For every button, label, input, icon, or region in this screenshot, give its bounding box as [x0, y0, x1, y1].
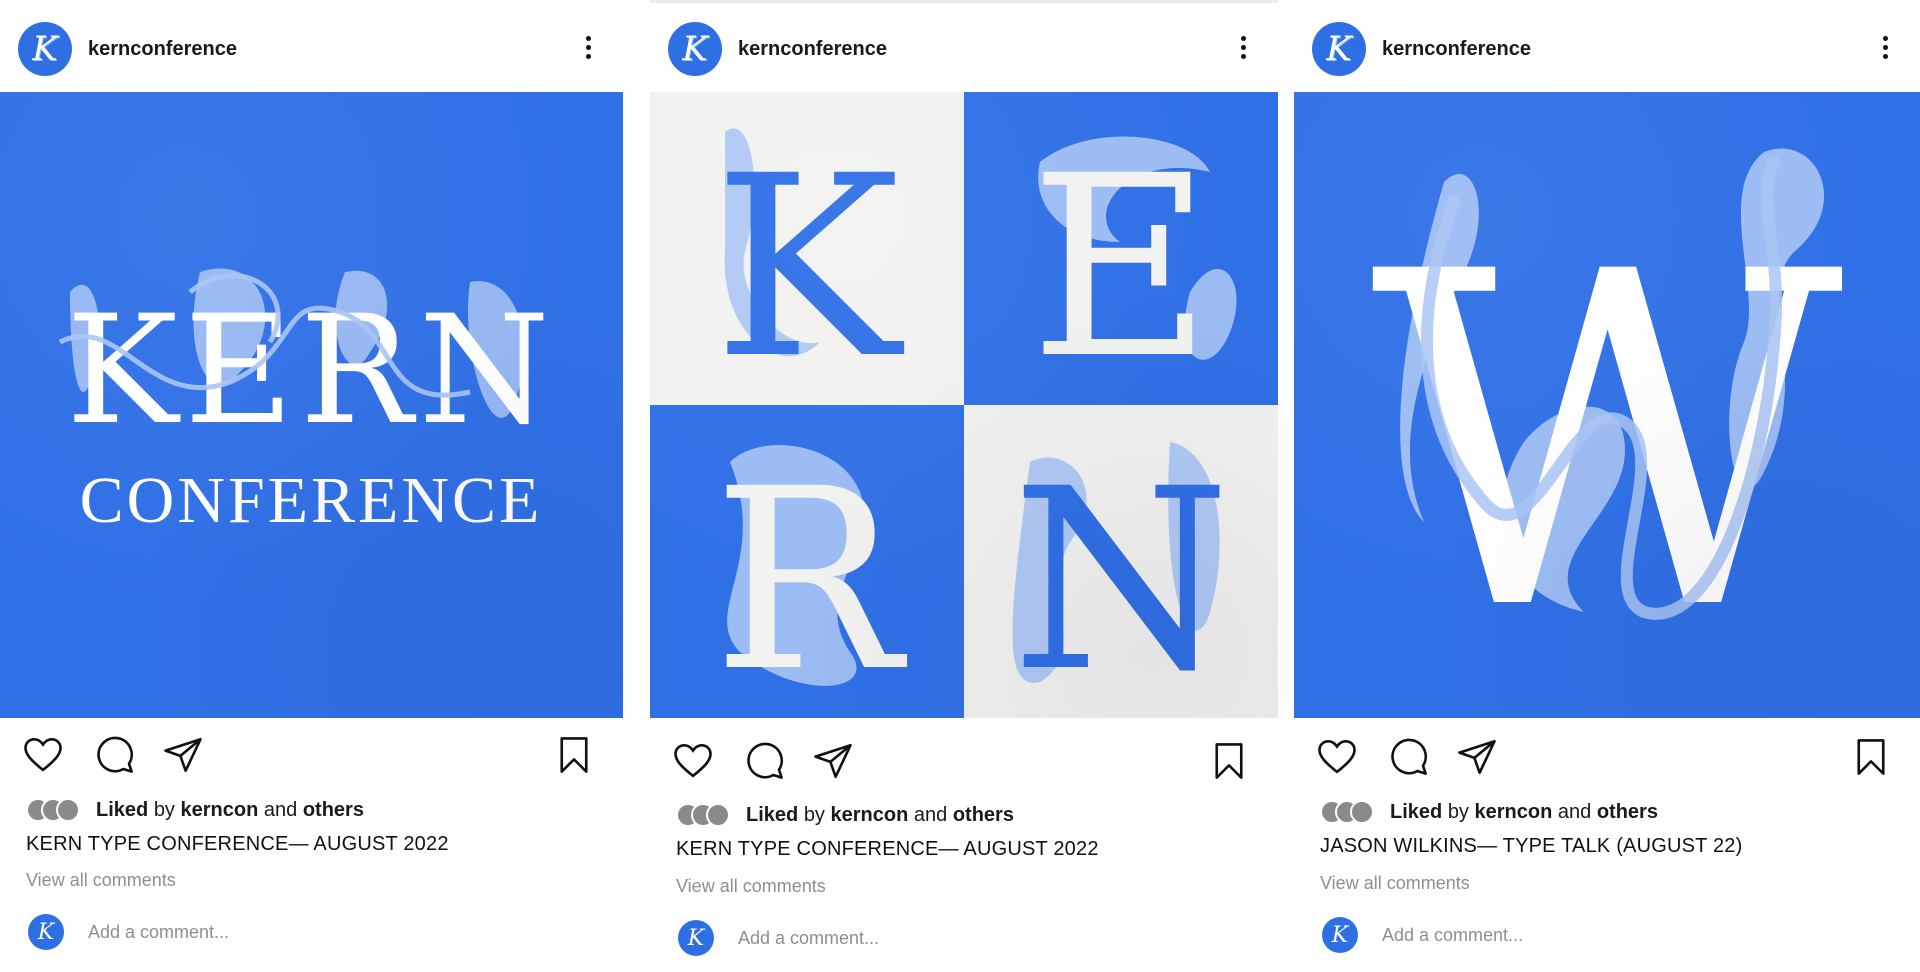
post-caption: KERN TYPE CONFERENCE— AUGUST 2022 [26, 833, 449, 855]
instagram-post: K kernconference W Liked by kerncon and … [1294, 0, 1920, 972]
avatar-letter: K [1326, 29, 1352, 69]
liked-others[interactable]: others [953, 804, 1014, 827]
likes-summary[interactable]: Liked by kerncon and others [676, 802, 1014, 828]
profile-avatar[interactable]: K [1312, 22, 1366, 76]
artwork-letter-k: K [714, 122, 905, 413]
view-all-comments-link[interactable]: View all comments [1320, 873, 1470, 894]
liked-others[interactable]: others [1597, 801, 1658, 824]
share-icon[interactable] [160, 732, 206, 778]
more-options-icon[interactable] [1880, 36, 1890, 64]
profile-avatar[interactable]: K [668, 22, 722, 76]
post-image[interactable]: K E R N [650, 92, 1278, 718]
share-icon[interactable] [810, 738, 856, 784]
commenter-avatar: K [678, 920, 714, 956]
comment-icon[interactable] [92, 732, 138, 778]
heart-icon[interactable] [670, 738, 716, 784]
add-comment-input[interactable] [738, 927, 998, 949]
post-actions [650, 738, 1278, 786]
post-actions [1294, 734, 1920, 782]
liked-and-text: and [263, 798, 298, 821]
artwork-letter-r: R [713, 435, 908, 718]
liked-by-text: by [803, 803, 825, 826]
likes-summary[interactable]: Liked by kerncon and others [1320, 799, 1658, 825]
post-actions [0, 732, 623, 780]
artwork-letter-n: N [1012, 435, 1231, 718]
view-all-comments-link[interactable]: View all comments [676, 876, 826, 897]
artwork-subtitle: CONFERENCE [80, 464, 543, 537]
add-comment-row: K [28, 912, 348, 952]
post-header: K kernconference [650, 0, 1278, 92]
post-caption: KERN TYPE CONFERENCE— AUGUST 2022 [676, 838, 1099, 860]
add-comment-row: K [1322, 915, 1642, 955]
more-options-icon[interactable] [583, 36, 593, 64]
username[interactable]: kernconference [88, 38, 237, 61]
liked-label: Liked [96, 798, 149, 821]
bookmark-icon[interactable] [1206, 738, 1252, 784]
liker-avatars [26, 798, 80, 822]
liker-avatars [676, 803, 730, 827]
username[interactable]: kernconference [738, 38, 887, 61]
w-artwork: W [1371, 148, 1845, 711]
add-comment-input[interactable] [88, 921, 348, 943]
commenter-avatar: K [1322, 917, 1358, 953]
add-comment-input[interactable] [1382, 924, 1642, 946]
avatar-letter: K [1331, 922, 1349, 948]
liked-and-text: and [913, 803, 948, 826]
liked-user[interactable]: kerncon [1475, 801, 1553, 824]
post-header: K kernconference [1294, 0, 1920, 92]
liked-by-text: by [1447, 800, 1469, 823]
comment-icon[interactable] [1386, 734, 1432, 780]
post-header: K kernconference [0, 0, 623, 92]
liked-others[interactable]: others [303, 799, 364, 822]
liked-and-text: and [1557, 800, 1592, 823]
liked-label: Liked [746, 803, 799, 826]
avatar-letter: K [687, 925, 705, 951]
post-image[interactable]: KERN CONFERENCE [0, 92, 623, 718]
heart-icon[interactable] [1314, 734, 1360, 780]
share-icon[interactable] [1454, 734, 1500, 780]
post-image[interactable]: W [1294, 92, 1920, 718]
commenter-avatar: K [28, 914, 64, 950]
liker-avatars [1320, 800, 1374, 824]
kern-conference-artwork: KERN CONFERENCE [58, 268, 550, 537]
liked-user[interactable]: kerncon [831, 804, 909, 827]
profile-avatar[interactable]: K [18, 22, 72, 76]
bookmark-icon[interactable] [1848, 734, 1894, 780]
bookmark-icon[interactable] [551, 732, 597, 778]
avatar-letter: K [32, 29, 58, 69]
kern-grid-artwork: K E R N [650, 92, 1278, 718]
add-comment-row: K [678, 918, 998, 958]
liked-label: Liked [1390, 800, 1443, 823]
liked-by-text: by [153, 798, 175, 821]
comment-icon[interactable] [742, 738, 788, 784]
liked-user[interactable]: kerncon [181, 799, 259, 822]
post-caption: JASON WILKINS— TYPE TALK (AUGUST 22) [1320, 835, 1743, 857]
likes-summary[interactable]: Liked by kerncon and others [26, 797, 364, 823]
heart-icon[interactable] [20, 732, 66, 778]
more-options-icon[interactable] [1238, 36, 1248, 64]
instagram-post: K kernconference K E R N Liked by kernco… [650, 0, 1278, 972]
artwork-letter-e: E [1030, 122, 1213, 413]
view-all-comments-link[interactable]: View all comments [26, 870, 176, 891]
avatar-letter: K [37, 919, 55, 945]
avatar-letter: K [682, 29, 708, 69]
instagram-post: K kernconference KERN CONFERENCE Liked b… [0, 0, 623, 972]
username[interactable]: kernconference [1382, 38, 1531, 61]
